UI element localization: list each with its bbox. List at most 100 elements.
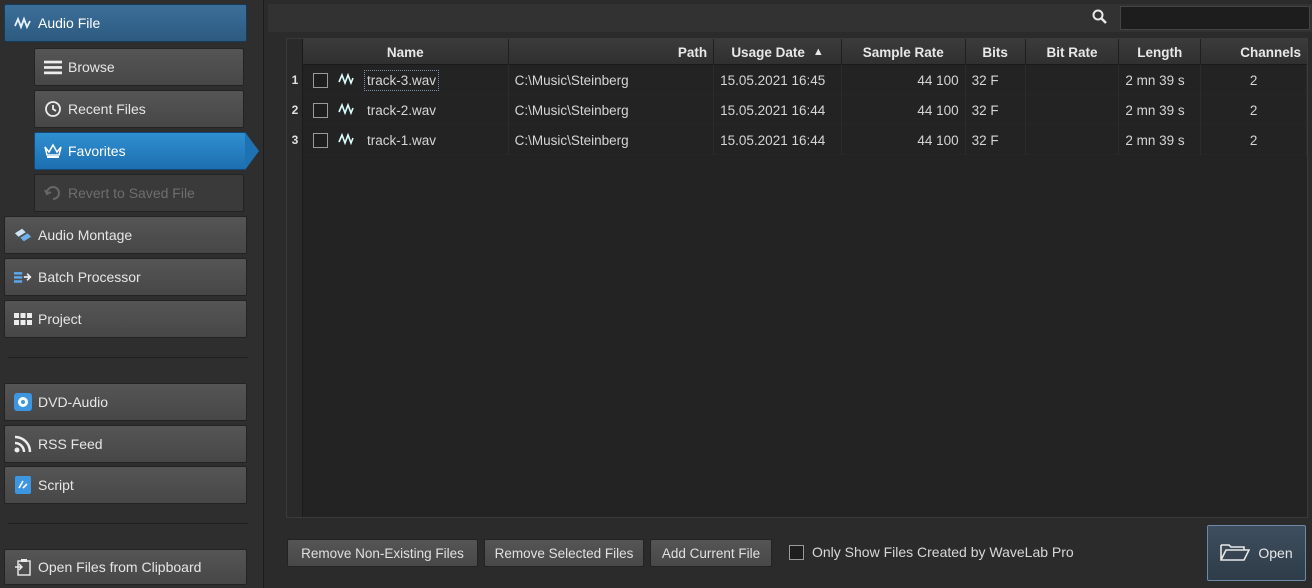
- bit-rate-cell: [1026, 65, 1120, 95]
- col-header-sample-rate[interactable]: Sample Rate: [842, 39, 966, 65]
- name-cell: track-2.wav: [303, 95, 509, 125]
- active-pointer: [245, 132, 259, 170]
- revert-label: Revert to Saved File: [68, 185, 195, 201]
- length-cell: 2 mn 39 s: [1119, 125, 1202, 155]
- date-cell: 15.05.2021 16:44: [714, 95, 842, 125]
- file-name: track-2.wav: [367, 102, 437, 118]
- script-label: Script: [38, 477, 74, 493]
- col-header-length[interactable]: Length: [1119, 39, 1202, 65]
- col-header-channels[interactable]: Channels: [1201, 39, 1307, 65]
- name-cell: track-3.wav: [303, 65, 509, 95]
- batch-processor-label: Batch Processor: [38, 269, 141, 285]
- search-icon[interactable]: [1090, 8, 1110, 28]
- search-input[interactable]: [1120, 6, 1310, 30]
- rss-feed-button[interactable]: RSS Feed: [4, 425, 247, 463]
- list-icon: [44, 58, 62, 76]
- channels-cell: 2: [1201, 95, 1307, 125]
- dvd-audio-button[interactable]: DVD-Audio: [4, 383, 247, 421]
- row-checkbox[interactable]: [313, 102, 328, 118]
- file-name: track-3.wav: [364, 69, 440, 91]
- script-icon: [14, 476, 32, 494]
- date-cell: 15.05.2021 16:44: [714, 125, 842, 155]
- only-show-checkbox[interactable]: [789, 544, 804, 560]
- clipboard-icon: [14, 558, 32, 576]
- favorites-table: Name Path Usage Date ▲ Sample Rate Bits …: [286, 38, 1308, 518]
- waveform-icon: [338, 132, 354, 148]
- browse-label: Browse: [68, 59, 115, 75]
- date-cell: 15.05.2021 16:45: [714, 65, 842, 95]
- name-cell: track-1.wav: [303, 125, 509, 155]
- length-cell: 2 mn 39 s: [1119, 65, 1202, 95]
- sidebar-divider-2: [8, 523, 248, 524]
- recent-files-button[interactable]: Recent Files: [34, 90, 244, 128]
- col-header-path[interactable]: Path: [509, 39, 715, 65]
- table-row[interactable]: track-3.wav C:\Music\Steinberg 15.05.202…: [303, 65, 1307, 95]
- bit-rate-cell: [1026, 95, 1120, 125]
- script-button[interactable]: Script: [4, 466, 247, 504]
- row-number: 2: [291, 103, 299, 117]
- project-button[interactable]: Project: [4, 300, 247, 338]
- remove-non-existing-button[interactable]: Remove Non-Existing Files: [287, 539, 478, 567]
- sample-rate-cell: 44 100: [842, 95, 966, 125]
- crown-icon: [44, 142, 62, 160]
- col-header-name[interactable]: Name: [303, 39, 509, 65]
- channels-cell: 2: [1201, 125, 1307, 155]
- length-cell: 2 mn 39 s: [1119, 95, 1202, 125]
- favorites-label: Favorites: [68, 143, 126, 159]
- waveform-icon: [338, 102, 354, 118]
- batch-icon: [14, 268, 32, 286]
- revert-icon: [44, 184, 62, 202]
- only-show-wavelab-option[interactable]: Only Show Files Created by WaveLab Pro: [789, 544, 1074, 560]
- row-checkbox[interactable]: [313, 132, 328, 148]
- bit-rate-cell: [1026, 125, 1120, 155]
- table-header: Name Path Usage Date ▲ Sample Rate Bits …: [303, 39, 1307, 65]
- row-checkbox[interactable]: [313, 72, 328, 88]
- file-name: track-1.wav: [367, 132, 437, 148]
- batch-processor-button[interactable]: Batch Processor: [4, 258, 247, 296]
- rss-feed-label: RSS Feed: [38, 436, 103, 452]
- sidebar: Audio File Browse Recent Files Favorites…: [0, 0, 264, 588]
- disc-icon: [14, 393, 32, 411]
- open-label: Open: [1258, 545, 1293, 561]
- table-row[interactable]: track-1.wav C:\Music\Steinberg 15.05.202…: [303, 125, 1307, 155]
- col-header-usage-date[interactable]: Usage Date ▲: [714, 39, 842, 65]
- browse-button[interactable]: Browse: [34, 48, 244, 86]
- bits-cell: 32 F: [966, 65, 1026, 95]
- row-number: 1: [291, 73, 299, 87]
- remove-selected-button[interactable]: Remove Selected Files: [484, 539, 644, 567]
- waveform-icon: [338, 72, 354, 88]
- only-show-label: Only Show Files Created by WaveLab Pro: [812, 544, 1074, 560]
- add-current-file-button[interactable]: Add Current File: [650, 539, 772, 567]
- favorites-button[interactable]: Favorites: [34, 132, 259, 170]
- sample-rate-cell: 44 100: [842, 65, 966, 95]
- audio-file-label: Audio File: [38, 15, 101, 31]
- montage-icon: [14, 226, 32, 244]
- main-panel: Name Path Usage Date ▲ Sample Rate Bits …: [264, 0, 1312, 588]
- audio-montage-button[interactable]: Audio Montage: [4, 216, 247, 254]
- clock-icon: [44, 100, 62, 118]
- table-row[interactable]: track-2.wav C:\Music\Steinberg 15.05.202…: [303, 95, 1307, 125]
- path-cell: C:\Music\Steinberg: [509, 65, 715, 95]
- path-cell: C:\Music\Steinberg: [509, 125, 715, 155]
- open-from-clipboard-label: Open Files from Clipboard: [38, 559, 202, 575]
- path-cell: C:\Music\Steinberg: [509, 95, 715, 125]
- bits-cell: 32 F: [966, 125, 1026, 155]
- open-button[interactable]: Open: [1207, 525, 1306, 581]
- project-label: Project: [38, 311, 82, 327]
- waveform-icon: [14, 14, 32, 32]
- recent-files-label: Recent Files: [68, 101, 146, 117]
- channels-cell: 2: [1201, 65, 1307, 95]
- sidebar-divider: [8, 357, 248, 358]
- col-header-bits[interactable]: Bits: [966, 39, 1026, 65]
- audio-file-header[interactable]: Audio File: [4, 4, 247, 42]
- dvd-audio-label: DVD-Audio: [38, 394, 109, 410]
- audio-montage-label: Audio Montage: [38, 227, 133, 243]
- col-header-bit-rate[interactable]: Bit Rate: [1026, 39, 1120, 65]
- sample-rate-cell: 44 100: [842, 125, 966, 155]
- row-number: 3: [291, 133, 299, 147]
- open-from-clipboard-button[interactable]: Open Files from Clipboard: [4, 549, 247, 585]
- usage-date-label: Usage Date: [731, 44, 805, 60]
- bits-cell: 32 F: [966, 95, 1026, 125]
- folder-open-icon: [1220, 542, 1251, 565]
- revert-button[interactable]: Revert to Saved File: [34, 174, 244, 212]
